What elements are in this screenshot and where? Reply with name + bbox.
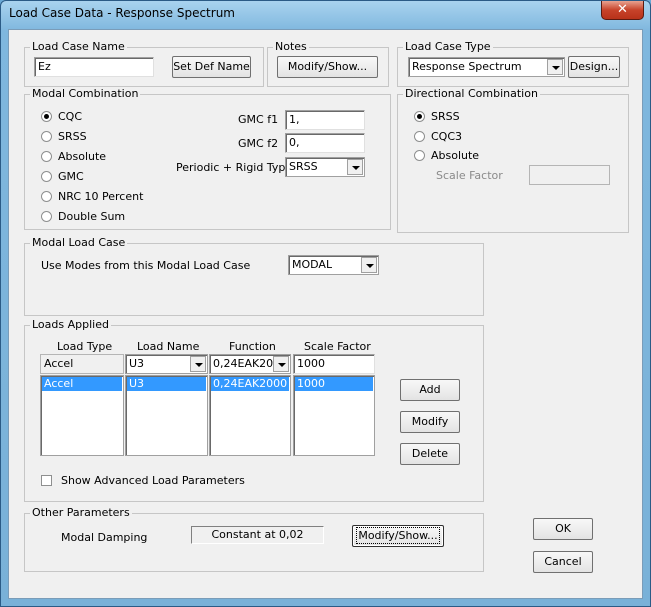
load-case-type-select[interactable]: Response Spectrum xyxy=(408,57,565,77)
other-parameters-group: Other Parameters Modal Damping Constant … xyxy=(24,506,484,572)
modal-combination-group: Modal Combination CQC SRSS Absolute GMC … xyxy=(24,87,391,230)
modal-load-case-group: Modal Load Case Use Modes from this Moda… xyxy=(24,236,484,316)
column-header-load-type: Load Type xyxy=(57,340,113,353)
edit-load-type-field: Accel xyxy=(40,354,124,374)
cancel-button[interactable]: Cancel xyxy=(533,551,593,573)
periodic-rigid-type-value: SRSS xyxy=(289,160,318,173)
radio-label: CQC xyxy=(58,110,83,123)
delete-load-button[interactable]: Delete xyxy=(400,443,460,465)
directional-combination-group: Directional Combination SRSS CQC3 Absolu… xyxy=(397,87,629,233)
scale-factor-input xyxy=(529,165,610,185)
set-def-name-button[interactable]: Set Def Name xyxy=(172,56,251,78)
edit-load-name-select[interactable]: U3 xyxy=(125,354,208,374)
list-item[interactable]: U3 xyxy=(127,377,206,391)
close-icon: ✕ xyxy=(617,2,628,17)
notes-group: Notes Modify/Show... xyxy=(267,40,389,87)
chevron-down-icon[interactable] xyxy=(547,59,563,75)
radio-dot[interactable] xyxy=(41,111,52,122)
column-header-scale-factor: Scale Factor xyxy=(304,340,371,353)
radio-dot[interactable] xyxy=(414,150,425,161)
load-case-type-value: Response Spectrum xyxy=(412,60,522,73)
gmc-f2-label: GMC f2 xyxy=(238,137,279,150)
radio-label: Absolute xyxy=(431,149,480,162)
modal-load-case-label: Modal Load Case xyxy=(30,236,128,249)
periodic-rigid-type-select[interactable]: SRSS xyxy=(285,157,365,177)
radio-dot[interactable] xyxy=(41,191,52,202)
modify-load-button[interactable]: Modify xyxy=(400,411,460,433)
radio-dot[interactable] xyxy=(41,131,52,142)
radio-label: Absolute xyxy=(58,150,107,163)
modal-load-case-value: MODAL xyxy=(292,258,333,271)
radio-label: SRSS xyxy=(58,130,87,143)
edit-load-name-value: U3 xyxy=(129,357,145,370)
dialog-client: Load Case Name Ez Set Def Name Notes Mod… xyxy=(8,29,643,599)
modal-load-case-select[interactable]: MODAL xyxy=(288,255,379,275)
gmc-f2-input[interactable]: 0, xyxy=(285,133,365,153)
show-advanced-label: Show Advanced Load Parameters xyxy=(61,474,245,487)
loads-list-column-function[interactable]: 0,24EAK2000 xyxy=(209,375,291,456)
directional-combination-label: Directional Combination xyxy=(403,87,540,100)
loads-applied-label: Loads Applied xyxy=(30,318,111,331)
radio-label: Double Sum xyxy=(58,210,126,223)
modal-combination-label: Modal Combination xyxy=(30,87,141,100)
ok-button[interactable]: OK xyxy=(533,518,593,540)
notes-modify-show-button[interactable]: Modify/Show... xyxy=(277,56,378,78)
column-header-load-name: Load Name xyxy=(137,340,200,353)
load-case-name-group: Load Case Name Ez Set Def Name xyxy=(24,40,264,87)
notes-label: Notes xyxy=(273,40,309,53)
radio-dot[interactable] xyxy=(414,131,425,142)
window-title: Load Case Data - Response Spectrum xyxy=(9,6,235,20)
load-case-type-group: Load Case Type Response Spectrum Design.… xyxy=(397,40,629,87)
design-button[interactable]: Design... xyxy=(568,56,620,78)
radio-dot[interactable] xyxy=(414,111,425,122)
radio-label: NRC 10 Percent xyxy=(58,190,144,203)
load-case-name-label: Load Case Name xyxy=(30,40,127,53)
radio-dot[interactable] xyxy=(41,151,52,162)
close-button[interactable]: ✕ xyxy=(601,1,644,20)
loads-list-column-scale-factor[interactable]: 1000 xyxy=(293,375,375,456)
column-header-function: Function xyxy=(229,340,276,353)
chevron-down-icon[interactable] xyxy=(190,356,206,372)
radio-label: GMC xyxy=(58,170,84,183)
list-item[interactable]: Accel xyxy=(42,377,122,391)
title-bar[interactable]: Load Case Data - Response Spectrum ✕ xyxy=(1,1,650,27)
chevron-down-icon[interactable] xyxy=(361,257,377,273)
scale-factor-label: Scale Factor xyxy=(436,169,503,182)
modal-damping-modify-show-label: Modify/Show... xyxy=(356,527,440,544)
radio-label: SRSS xyxy=(431,110,460,123)
add-load-button[interactable]: Add xyxy=(400,379,460,401)
loads-list-column-load-name[interactable]: U3 xyxy=(125,375,208,456)
radio-dot[interactable] xyxy=(41,171,52,182)
edit-scale-factor-input[interactable]: 1000 xyxy=(293,354,375,374)
edit-function-select[interactable]: 0,24EAK200 xyxy=(209,354,291,374)
chevron-down-icon[interactable] xyxy=(347,159,363,175)
list-item[interactable]: 0,24EAK2000 xyxy=(211,377,289,391)
use-modes-label: Use Modes from this Modal Load Case xyxy=(41,259,251,272)
chevron-down-icon[interactable] xyxy=(273,356,289,372)
show-advanced-checkbox[interactable] xyxy=(41,475,52,486)
edit-function-value: 0,24EAK200 xyxy=(213,357,281,370)
other-parameters-label: Other Parameters xyxy=(30,506,132,519)
list-item[interactable]: 1000 xyxy=(295,377,373,391)
load-case-type-label: Load Case Type xyxy=(403,40,493,53)
gmc-f1-input[interactable]: 1, xyxy=(285,110,365,130)
modal-damping-label: Modal Damping xyxy=(61,531,148,544)
radio-dot[interactable] xyxy=(41,211,52,222)
loads-applied-group: Loads Applied Load Type Load Name Functi… xyxy=(24,318,484,502)
dialog-window: Load Case Data - Response Spectrum ✕ Loa… xyxy=(0,0,651,607)
loads-list-column-load-type[interactable]: Accel xyxy=(40,375,124,456)
modal-damping-modify-show-button[interactable]: Modify/Show... xyxy=(352,525,444,547)
gmc-f1-label: GMC f1 xyxy=(238,113,279,126)
periodic-rigid-type-label: Periodic + Rigid Type xyxy=(176,161,293,174)
load-case-name-input[interactable]: Ez xyxy=(34,57,154,77)
radio-label: CQC3 xyxy=(431,130,463,143)
modal-damping-value: Constant at 0,02 xyxy=(191,526,324,544)
